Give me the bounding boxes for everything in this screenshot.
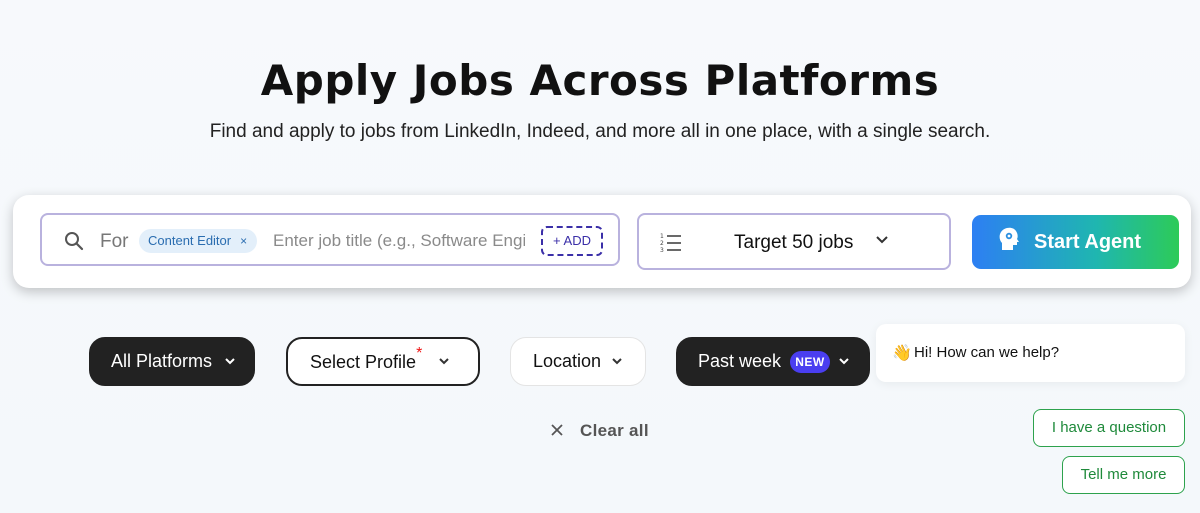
svg-text:2: 2 bbox=[660, 240, 664, 247]
search-icon bbox=[65, 232, 84, 251]
page-title: Apply Jobs Across Platforms bbox=[260, 56, 940, 105]
svg-text:1: 1 bbox=[660, 233, 664, 240]
chat-option-question[interactable]: I have a question bbox=[1033, 409, 1185, 447]
wave-icon: 👋 bbox=[892, 345, 912, 362]
location-filter[interactable]: Location bbox=[510, 337, 646, 386]
job-title-field[interactable]: For Content Editor × + ADD bbox=[40, 213, 620, 266]
svg-text:3: 3 bbox=[660, 247, 664, 252]
new-badge: NEW bbox=[790, 351, 830, 373]
chat-greeting-bubble: 👋 Hi! How can we help? bbox=[876, 324, 1185, 382]
chevron-down-icon bbox=[612, 358, 622, 365]
location-filter-label: Location bbox=[533, 351, 602, 371]
platforms-filter[interactable]: All Platforms bbox=[89, 337, 255, 386]
required-mark: * bbox=[416, 345, 423, 362]
start-agent-label: Start Agent bbox=[1034, 231, 1142, 253]
job-chip-label: Content Editor bbox=[148, 233, 232, 248]
clear-all-label: Clear all bbox=[580, 421, 649, 440]
for-label: For bbox=[100, 231, 129, 252]
chevron-down-icon bbox=[839, 358, 849, 365]
page-subtitle: Find and apply to jobs from LinkedIn, In… bbox=[209, 121, 991, 142]
close-icon bbox=[551, 424, 563, 436]
date-filter[interactable]: Past week NEW bbox=[676, 337, 870, 386]
platforms-filter-label: All Platforms bbox=[111, 351, 213, 371]
start-agent-button[interactable]: Start Agent bbox=[972, 215, 1179, 269]
list-numbered-icon: 1 2 3 bbox=[660, 233, 681, 252]
profile-filter[interactable]: Select Profile* bbox=[286, 337, 480, 386]
date-filter-label: Past week bbox=[698, 351, 782, 371]
target-jobs-label: Target 50 jobs bbox=[734, 232, 854, 253]
job-chip: Content Editor × bbox=[139, 229, 258, 253]
chevron-down-icon bbox=[439, 358, 449, 365]
chevron-down-icon bbox=[876, 236, 888, 244]
chat-greeting-text: Hi! How can we help? bbox=[914, 344, 1060, 361]
agent-head-icon bbox=[999, 227, 1019, 250]
job-title-input[interactable] bbox=[273, 227, 525, 255]
add-job-button[interactable]: + ADD bbox=[541, 226, 603, 256]
chat-option-tell-more[interactable]: Tell me more bbox=[1062, 456, 1185, 494]
chevron-down-icon bbox=[225, 358, 235, 365]
target-jobs-select[interactable]: 1 2 3 Target 50 jobs bbox=[637, 213, 951, 270]
search-card: For Content Editor × + ADD 1 2 3 Target 5… bbox=[13, 195, 1191, 288]
profile-filter-label: Select Profile bbox=[310, 352, 417, 372]
close-icon[interactable]: × bbox=[240, 234, 247, 248]
